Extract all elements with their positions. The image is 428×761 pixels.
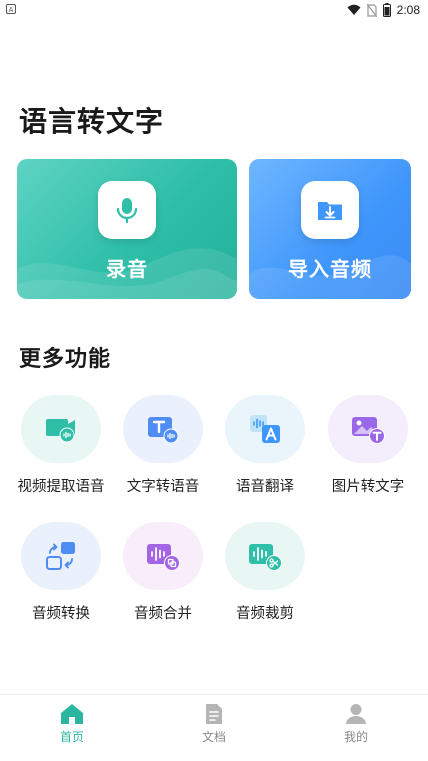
- feature-icon-circle: [225, 395, 305, 463]
- profile-icon: [346, 704, 366, 724]
- feature-audio-convert[interactable]: 音频转换: [10, 522, 112, 623]
- status-bar: A 2:08: [0, 0, 428, 20]
- voice-translate-icon: [250, 415, 280, 443]
- feature-label: 音频裁剪: [236, 606, 294, 622]
- text-to-speech-icon: [148, 417, 179, 444]
- folder-import-icon: [318, 202, 342, 220]
- feature-icon-circle: [21, 522, 101, 590]
- feature-label: 文字转语音: [126, 479, 200, 495]
- audio-convert-icon: [46, 542, 75, 570]
- import-audio-card[interactable]: 导入音频: [249, 159, 411, 299]
- status-time: 2:08: [396, 3, 420, 17]
- nav-profile-label: 我的: [343, 730, 368, 744]
- battery-icon: [382, 3, 391, 17]
- notification-icon: A: [6, 4, 16, 14]
- record-card[interactable]: 录音: [17, 159, 237, 299]
- feature-image-to-text[interactable]: 图片转文字: [317, 395, 419, 496]
- page-title: 语言转文字: [19, 105, 165, 138]
- feature-icon-circle: [225, 522, 305, 590]
- feature-label: 图片转文字: [331, 479, 405, 495]
- nav-documents-label: 文档: [201, 730, 226, 744]
- microphone-icon-box: [98, 181, 156, 239]
- nav-documents[interactable]: 文档: [174, 703, 254, 745]
- feature-voice-translate[interactable]: 语音翻译: [214, 395, 316, 496]
- no-sim-icon: [366, 3, 377, 17]
- more-features-title: 更多功能: [19, 347, 112, 372]
- feature-text-to-speech[interactable]: 文字转语音: [112, 395, 214, 496]
- import-audio-card-label: 导入音频: [288, 257, 372, 281]
- nav-home[interactable]: 首页: [32, 703, 112, 745]
- feature-icon-circle: [123, 522, 203, 590]
- feature-label: 语音翻译: [236, 479, 294, 495]
- feature-audio-merge[interactable]: 音频合并: [112, 522, 214, 623]
- folder-icon-box: [301, 181, 359, 239]
- video-to-audio-icon: [46, 419, 75, 443]
- nav-home-label: 首页: [59, 730, 84, 744]
- audio-cut-icon: [249, 544, 282, 571]
- feature-icon-circle: [123, 395, 203, 463]
- feature-label: 音频合并: [134, 606, 192, 622]
- feature-icon-circle: [328, 395, 408, 463]
- document-icon: [206, 704, 222, 724]
- feature-video-to-audio[interactable]: 视频提取语音: [10, 395, 112, 496]
- microphone-icon: [116, 198, 138, 224]
- nav-profile[interactable]: 我的: [316, 703, 396, 745]
- feature-label: 音频转换: [32, 606, 90, 622]
- home-icon: [61, 704, 83, 724]
- record-card-label: 录音: [106, 257, 148, 281]
- image-to-text-icon: [352, 417, 385, 444]
- audio-merge-icon: [147, 544, 180, 571]
- feature-label: 视频提取语音: [17, 479, 105, 495]
- feature-icon-circle: [21, 395, 101, 463]
- bottom-nav: 首页 文档 我的: [0, 694, 428, 761]
- feature-audio-cut[interactable]: 音频裁剪: [214, 522, 316, 623]
- wifi-icon: [347, 4, 361, 15]
